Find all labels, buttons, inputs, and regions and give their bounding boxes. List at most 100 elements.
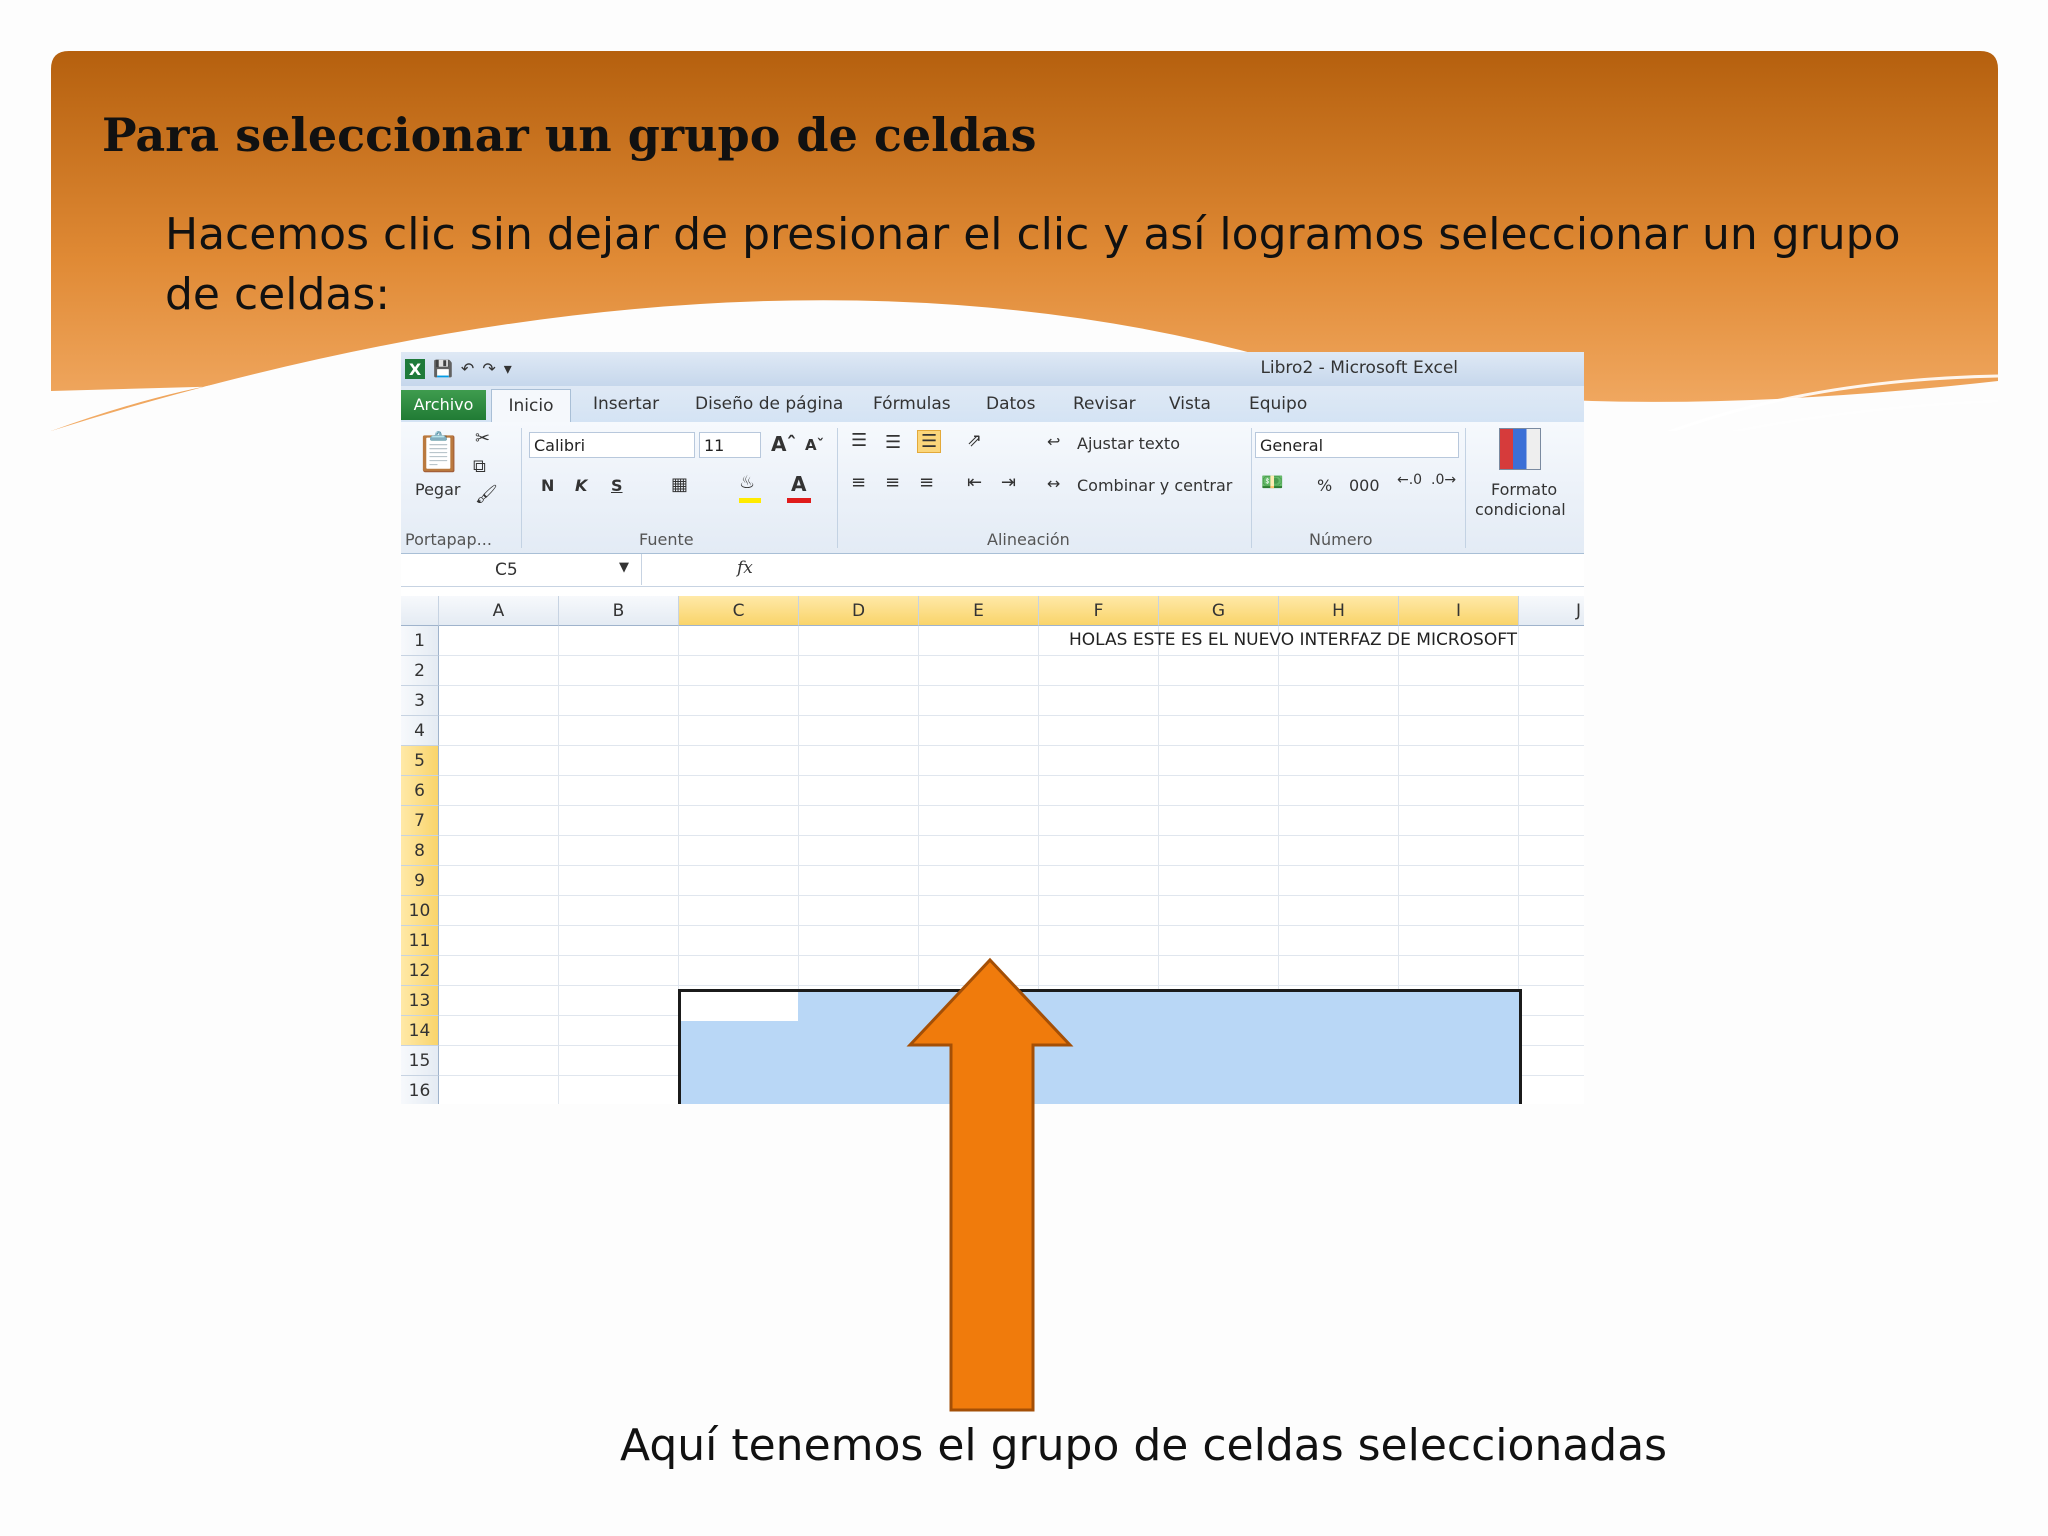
font-color-icon[interactable]: A: [791, 472, 806, 496]
row-header-9[interactable]: 9: [401, 866, 439, 896]
row-header-11[interactable]: 11: [401, 926, 439, 956]
paste-icon[interactable]: 📋: [415, 430, 462, 475]
fx-icon[interactable]: fx: [737, 558, 753, 578]
align-middle-icon[interactable]: ☰: [885, 432, 901, 453]
increase-decimal-icon[interactable]: ←.0: [1397, 472, 1422, 488]
number-format-select[interactable]: General: [1255, 432, 1459, 458]
tab-diseno-pagina[interactable]: Diseño de página: [695, 394, 843, 414]
conditional-format-label-2[interactable]: condicional: [1475, 500, 1566, 519]
gridline-row: [439, 685, 1584, 686]
format-painter-icon[interactable]: 🖌: [475, 484, 498, 505]
group-separator: [1251, 428, 1252, 548]
conditional-format-icon[interactable]: [1499, 428, 1541, 470]
gridline-row: [439, 865, 1584, 866]
cut-icon[interactable]: ✂: [475, 428, 490, 449]
column-header-f[interactable]: F: [1039, 596, 1159, 626]
name-box-value: C5: [495, 560, 518, 580]
formula-bar: C5 ▼ fx: [401, 554, 1584, 587]
selection-range[interactable]: [678, 989, 1522, 1104]
column-header-h[interactable]: H: [1279, 596, 1399, 626]
group-separator: [1465, 428, 1466, 548]
tab-inicio[interactable]: Inicio: [491, 389, 571, 424]
row-header-3[interactable]: 3: [401, 686, 439, 716]
column-header-i[interactable]: I: [1399, 596, 1519, 626]
underline-button[interactable]: S: [611, 476, 623, 495]
tab-insertar[interactable]: Insertar: [593, 394, 659, 414]
italic-button[interactable]: K: [575, 476, 587, 495]
tab-equipo[interactable]: Equipo: [1249, 394, 1307, 414]
arrow-up-icon: [906, 957, 1074, 1412]
align-center-icon[interactable]: ≡: [885, 472, 900, 493]
save-icon[interactable]: 💾: [433, 358, 453, 380]
align-left-icon[interactable]: ≡: [851, 472, 866, 493]
grow-font-icon[interactable]: Aˆ: [771, 432, 796, 456]
group-font-label: Fuente: [639, 530, 694, 549]
row-header-10[interactable]: 10: [401, 896, 439, 926]
bold-button[interactable]: N: [541, 476, 554, 495]
row-header-16[interactable]: 16: [401, 1076, 439, 1104]
orientation-icon[interactable]: ⇗: [967, 430, 982, 451]
tab-datos[interactable]: Datos: [986, 394, 1035, 414]
row-header-5[interactable]: 5: [401, 746, 439, 776]
align-right-icon[interactable]: ≡: [919, 472, 934, 493]
tab-revisar[interactable]: Revisar: [1073, 394, 1136, 414]
row-header-13[interactable]: 13: [401, 986, 439, 1016]
select-all-corner[interactable]: [401, 596, 439, 626]
thousands-button[interactable]: 000: [1349, 476, 1380, 495]
row-header-1[interactable]: 1: [401, 626, 439, 656]
gridline-row: [439, 805, 1584, 806]
merge-center-button[interactable]: Combinar y centrar: [1077, 476, 1232, 495]
column-header-e[interactable]: E: [919, 596, 1039, 626]
column-header-d[interactable]: D: [799, 596, 919, 626]
customize-qat-icon[interactable]: ▾: [504, 358, 512, 380]
wrap-text-icon[interactable]: ↩: [1047, 432, 1060, 451]
cell-f1-text: HOLAS ESTE ES EL NUEVO INTERFAZ DE MICRO…: [1069, 630, 1518, 650]
currency-format-icon[interactable]: 💵: [1261, 472, 1283, 493]
row-header-7[interactable]: 7: [401, 806, 439, 836]
align-bottom-icon[interactable]: ☰: [917, 430, 942, 453]
name-box-dropdown-icon[interactable]: ▼: [619, 560, 629, 575]
percent-button[interactable]: %: [1317, 476, 1332, 495]
tab-archivo[interactable]: Archivo: [401, 390, 486, 420]
wrap-text-button[interactable]: Ajustar texto: [1077, 434, 1180, 453]
name-box[interactable]: C5 ▼: [401, 554, 642, 585]
row-header-6[interactable]: 6: [401, 776, 439, 806]
conditional-format-label-1[interactable]: Formato: [1491, 480, 1557, 499]
row-header-4[interactable]: 4: [401, 716, 439, 746]
row-header-14[interactable]: 14: [401, 1016, 439, 1046]
shrink-font-icon[interactable]: Aˇ: [805, 436, 824, 454]
row-header-15[interactable]: 15: [401, 1046, 439, 1076]
gridline-row: [439, 895, 1584, 896]
font-size-select[interactable]: 11: [699, 432, 761, 458]
increase-indent-icon[interactable]: ⇥: [1001, 472, 1016, 493]
excel-title-bar: X 💾 ↶ ↷ ▾ Libro2 - Microsoft Excel: [401, 352, 1584, 386]
align-top-icon[interactable]: ☰: [851, 430, 867, 451]
merge-icon[interactable]: ↔: [1047, 474, 1060, 493]
row-header-12[interactable]: 12: [401, 956, 439, 986]
ribbon-home: 📋 Pegar ✂ ⧉ 🖌 Portapap... Calibri 11 Aˆ …: [401, 422, 1584, 554]
decrease-decimal-icon[interactable]: .0→: [1431, 472, 1456, 488]
copy-icon[interactable]: ⧉: [473, 456, 486, 477]
row-header-8[interactable]: 8: [401, 836, 439, 866]
column-header-b[interactable]: B: [559, 596, 679, 626]
window-title: Libro2 - Microsoft Excel: [1260, 358, 1458, 378]
paste-label[interactable]: Pegar: [415, 480, 460, 499]
tab-formulas[interactable]: Fórmulas: [873, 394, 951, 414]
decrease-indent-icon[interactable]: ⇤: [967, 472, 982, 493]
tab-vista[interactable]: Vista: [1169, 394, 1211, 414]
gridline-row: [439, 835, 1584, 836]
gridline-row: [439, 775, 1584, 776]
redo-icon[interactable]: ↷: [482, 358, 495, 380]
undo-icon[interactable]: ↶: [461, 358, 474, 380]
group-clipboard-label: Portapap...: [405, 530, 492, 549]
column-header-g[interactable]: G: [1159, 596, 1279, 626]
row-header-2[interactable]: 2: [401, 656, 439, 686]
font-name-select[interactable]: Calibri: [529, 432, 695, 458]
ribbon-tabs: Archivo Inicio Insertar Diseño de página…: [401, 386, 1584, 424]
active-cell-c5[interactable]: [681, 992, 798, 1021]
fill-color-icon[interactable]: ♨: [739, 472, 755, 493]
column-header-j[interactable]: J: [1519, 596, 1584, 626]
column-header-a[interactable]: A: [439, 596, 559, 626]
borders-icon[interactable]: ▦: [671, 474, 688, 495]
column-header-c[interactable]: C: [679, 596, 799, 626]
